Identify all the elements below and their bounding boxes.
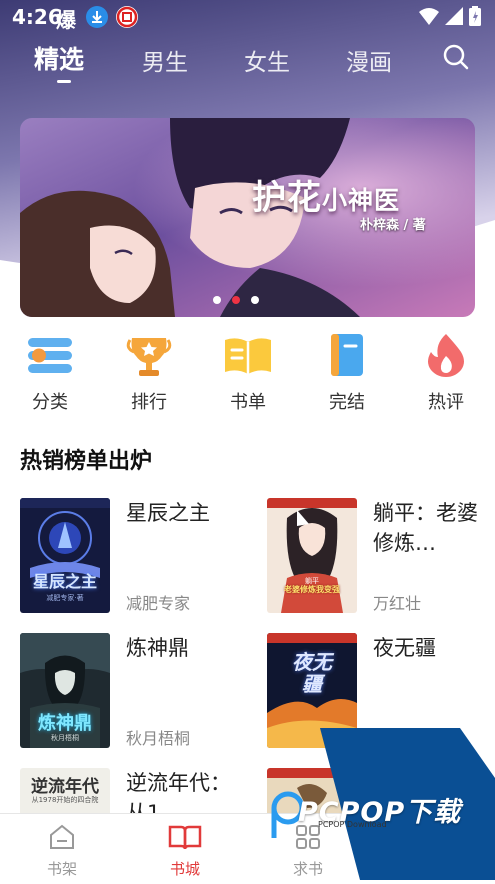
status-bar: 4:26 爆 xyxy=(0,0,495,34)
status-time: 4:26 xyxy=(12,5,62,29)
top-tabs: 精选 男生 女生 漫画 xyxy=(0,40,495,90)
book-cover: 星辰之主 减肥专家·著 xyxy=(20,498,110,613)
watermark-subtext: PCPOP Download xyxy=(318,820,387,829)
bottom-nav-profile[interactable]: 我的 xyxy=(395,822,465,879)
book-title: 星辰之主 xyxy=(126,501,210,525)
tab-indicator xyxy=(57,80,71,83)
app-notify-icon xyxy=(116,6,138,28)
search-icon[interactable] xyxy=(442,43,470,71)
book-title: 逆流年代：从1 xyxy=(126,771,231,813)
finished-book-icon xyxy=(322,330,372,380)
book-card[interactable]: 逆流年代 从1978开始的四合院 逆流年代：从1 xyxy=(20,768,240,813)
banner-carousel[interactable]: 护花小神医 朴梓森 / 著 xyxy=(20,118,475,317)
nav-ranking[interactable]: 排行 xyxy=(109,330,189,414)
tab-comics[interactable]: 漫画 xyxy=(346,43,392,77)
nav-category[interactable]: 分类 xyxy=(10,330,90,414)
book-card[interactable]: 老婆修炼我变强 躺平 躺平：老婆修炼… 万红壮 xyxy=(267,498,478,613)
nav-book-list[interactable]: 书单 xyxy=(208,330,288,414)
carousel-dot-active xyxy=(232,296,240,304)
bottom-nav-bookstore[interactable]: 书城 xyxy=(150,822,220,879)
book-cover: 老婆修炼我变强 躺平 xyxy=(267,498,357,613)
battery-icon xyxy=(469,6,481,26)
book-title: 夜无疆 xyxy=(373,636,436,660)
section-title: 热销榜单出炉 xyxy=(20,449,153,474)
bottom-nav-request[interactable]: 求书 xyxy=(273,822,343,879)
download-icon xyxy=(86,6,108,28)
nav-hot-reviews[interactable]: 热评 xyxy=(406,330,486,414)
book-author: 减肥专家 xyxy=(126,594,191,613)
nav-finished[interactable]: 完结 xyxy=(307,330,387,414)
bookshelf-icon xyxy=(50,824,74,849)
book-list-icon xyxy=(223,330,273,380)
book-card[interactable]: 夜无疆 夜无疆 xyxy=(267,633,477,748)
book-cover: 逆流年代 从1978开始的四合院 xyxy=(20,768,110,813)
carousel-dot xyxy=(213,296,221,304)
banner-author: 朴梓森 / 著 xyxy=(360,218,426,233)
carousel-dots xyxy=(213,296,259,304)
category-icon xyxy=(25,330,75,380)
tab-featured[interactable]: 精选 xyxy=(34,40,84,76)
book-author: 秋月梧桐 xyxy=(126,729,191,748)
book-title: 躺平：老婆修炼… xyxy=(373,501,478,555)
tab-male[interactable]: 男生 xyxy=(142,43,188,77)
book-author: 万红壮 xyxy=(373,594,422,613)
tab-female[interactable]: 女生 xyxy=(244,43,290,77)
wifi-icon xyxy=(419,8,439,25)
book-card[interactable]: 星辰之主 减肥专家·著 星辰之主 减肥专家 xyxy=(20,498,240,613)
book-cover: 夜无疆 xyxy=(267,633,357,748)
open-book-icon xyxy=(168,825,202,850)
signal-icon xyxy=(445,7,463,25)
carousel-dot xyxy=(251,296,259,304)
banner-title: 护花小神医 xyxy=(252,178,401,218)
trophy-icon xyxy=(124,330,174,380)
status-boom-icon: 爆 xyxy=(56,8,76,32)
bottom-nav-bookshelf[interactable]: 书架 xyxy=(27,822,97,879)
quick-nav: 分类 排行 书单 完结 热评 xyxy=(0,330,495,416)
book-title: 炼神鼎 xyxy=(126,636,189,660)
flame-icon xyxy=(421,330,471,380)
book-card[interactable]: 炼神鼎 秋月梧桐 炼神鼎 秋月梧桐 xyxy=(20,633,240,748)
book-cover: 炼神鼎 秋月梧桐 xyxy=(20,633,110,748)
